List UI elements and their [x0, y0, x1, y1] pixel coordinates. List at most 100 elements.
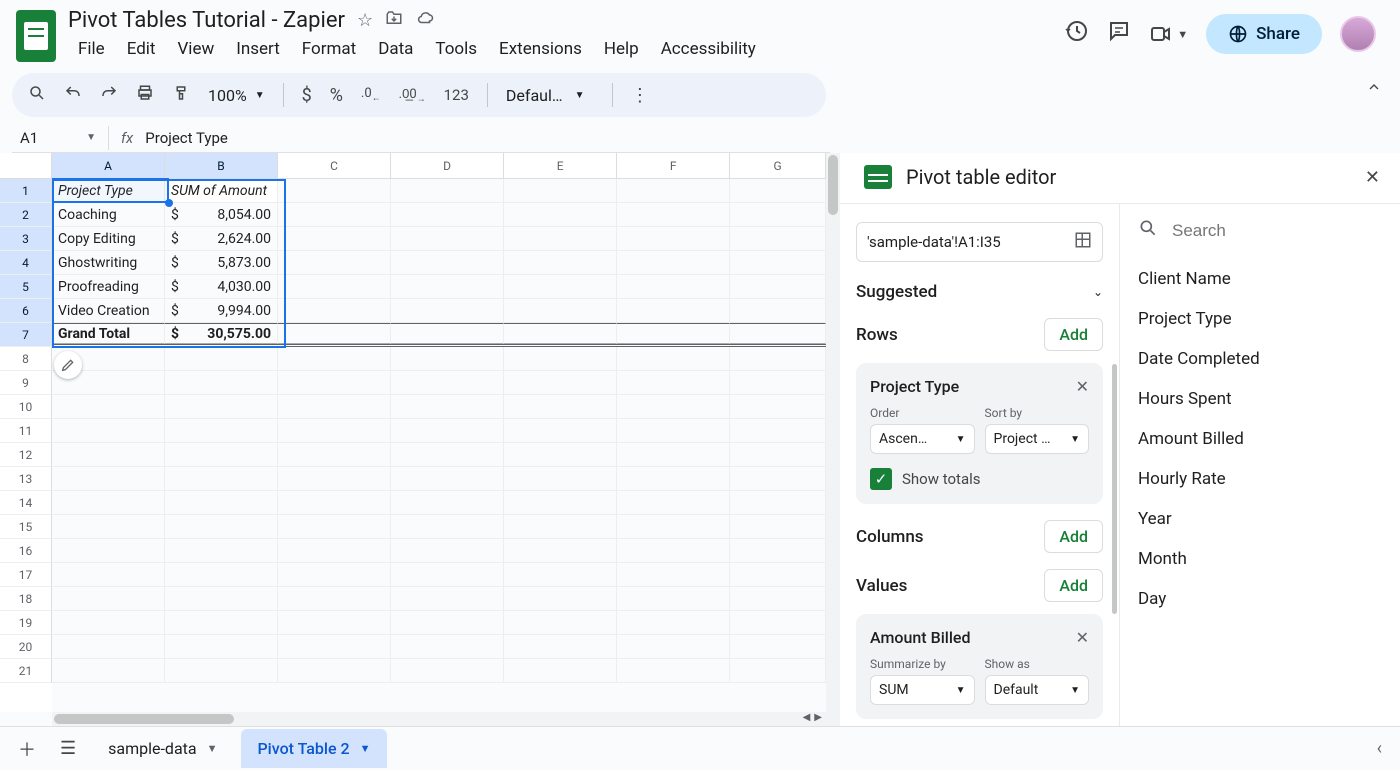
cell[interactable]: [165, 515, 278, 539]
cell[interactable]: [278, 539, 391, 563]
row-header[interactable]: 12: [0, 443, 52, 467]
cell[interactable]: [730, 563, 826, 587]
summarize-select[interactable]: SUM ▼: [870, 675, 975, 705]
cell[interactable]: [504, 515, 617, 539]
cell[interactable]: [730, 611, 826, 635]
cell[interactable]: [278, 635, 391, 659]
cell[interactable]: [730, 419, 826, 443]
select-all-corner[interactable]: [0, 153, 52, 179]
cell[interactable]: [278, 611, 391, 635]
cell[interactable]: [504, 203, 617, 227]
cell[interactable]: [504, 467, 617, 491]
cell[interactable]: [165, 659, 278, 683]
sheets-logo-icon[interactable]: [16, 10, 56, 62]
suggested-toggle[interactable]: Suggested ⌄: [856, 282, 1103, 302]
row-header[interactable]: 18: [0, 587, 52, 611]
field-item[interactable]: Amount Billed: [1138, 419, 1382, 459]
more-icon[interactable]: ⋮: [631, 85, 649, 106]
cell[interactable]: [391, 203, 504, 227]
row-header[interactable]: 6: [0, 299, 52, 323]
cell[interactable]: [504, 323, 617, 344]
cell[interactable]: [730, 395, 826, 419]
cell[interactable]: [391, 611, 504, 635]
cell[interactable]: [278, 275, 391, 299]
cell[interactable]: [617, 203, 730, 227]
cell[interactable]: [391, 275, 504, 299]
cell[interactable]: [617, 323, 730, 344]
cell[interactable]: [617, 395, 730, 419]
cell[interactable]: [165, 635, 278, 659]
cell[interactable]: [278, 347, 391, 371]
cell[interactable]: [730, 587, 826, 611]
cell[interactable]: [617, 539, 730, 563]
cell[interactable]: [504, 539, 617, 563]
cell[interactable]: Project Type: [52, 179, 165, 203]
row-header[interactable]: 3: [0, 227, 52, 251]
formula-value[interactable]: Project Type: [145, 129, 228, 147]
cell[interactable]: [730, 491, 826, 515]
field-item[interactable]: Client Name: [1138, 259, 1382, 299]
font-select[interactable]: Defaul… ▼: [506, 86, 594, 105]
vertical-scrollbar[interactable]: [826, 153, 840, 712]
close-icon[interactable]: ✕: [1365, 167, 1380, 188]
order-select[interactable]: Ascen… ▼: [870, 424, 975, 454]
cell[interactable]: [504, 179, 617, 203]
menu-view[interactable]: View: [167, 35, 224, 63]
cell[interactable]: [52, 587, 165, 611]
cell[interactable]: [391, 443, 504, 467]
cell[interactable]: [278, 491, 391, 515]
cell[interactable]: [391, 563, 504, 587]
cell[interactable]: [391, 659, 504, 683]
chevron-down-icon[interactable]: ▼: [207, 742, 218, 755]
cell[interactable]: [391, 515, 504, 539]
cell[interactable]: [278, 323, 391, 344]
cell[interactable]: [504, 419, 617, 443]
cell[interactable]: [52, 659, 165, 683]
cell[interactable]: [504, 275, 617, 299]
row-header[interactable]: 4: [0, 251, 52, 275]
cell[interactable]: [617, 611, 730, 635]
document-title[interactable]: Pivot Tables Tutorial - Zapier: [68, 8, 345, 33]
cell[interactable]: [617, 491, 730, 515]
paint-format-icon[interactable]: [172, 84, 190, 107]
cell[interactable]: Proofreading: [52, 275, 165, 299]
cell[interactable]: [278, 515, 391, 539]
cell-reference[interactable]: A1 ▼: [12, 129, 108, 147]
add-columns-button[interactable]: Add: [1044, 520, 1103, 553]
cell[interactable]: [391, 227, 504, 251]
column-header[interactable]: A: [52, 153, 165, 179]
close-icon[interactable]: ✕: [1076, 628, 1089, 647]
close-icon[interactable]: ✕: [1076, 377, 1089, 396]
cell[interactable]: [52, 491, 165, 515]
cell[interactable]: [617, 179, 730, 203]
number-format-icon[interactable]: 123: [444, 86, 469, 104]
cell[interactable]: [391, 419, 504, 443]
cell[interactable]: [391, 395, 504, 419]
cell[interactable]: [278, 179, 391, 203]
horizontal-scrollbar[interactable]: ◀▶: [52, 712, 826, 726]
cell[interactable]: [165, 467, 278, 491]
increase-decimal-icon[interactable]: .0̲0→: [399, 86, 426, 105]
cell[interactable]: $5,873.00: [165, 251, 278, 275]
cell[interactable]: [504, 251, 617, 275]
cell[interactable]: [504, 587, 617, 611]
row-header[interactable]: 14: [0, 491, 52, 515]
field-item[interactable]: Project Type: [1138, 299, 1382, 339]
cell[interactable]: [730, 251, 826, 275]
cell[interactable]: [617, 371, 730, 395]
cell[interactable]: [165, 563, 278, 587]
cell[interactable]: [730, 275, 826, 299]
fx-icon[interactable]: fx: [109, 129, 145, 147]
row-header[interactable]: 15: [0, 515, 52, 539]
row-header[interactable]: 8: [0, 347, 52, 371]
cell[interactable]: [278, 299, 391, 323]
chevron-down-icon[interactable]: ▼: [360, 742, 371, 755]
row-header[interactable]: 17: [0, 563, 52, 587]
move-icon[interactable]: [385, 9, 403, 32]
row-header[interactable]: 9: [0, 371, 52, 395]
cell[interactable]: [391, 323, 504, 344]
currency-icon[interactable]: $: [302, 85, 312, 106]
cell[interactable]: [391, 635, 504, 659]
cell[interactable]: [165, 539, 278, 563]
cell[interactable]: [52, 419, 165, 443]
